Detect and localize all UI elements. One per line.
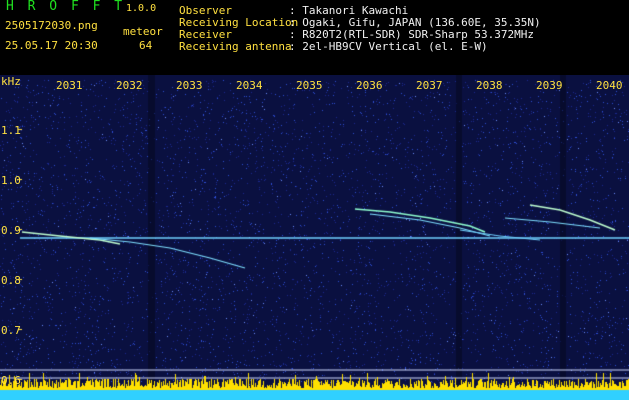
y-tick-0-6: 0.6 [1, 374, 21, 387]
x-tick-2037: 2037 [416, 79, 443, 92]
count-label: meteor [123, 25, 163, 38]
spectrogram-canvas [0, 75, 629, 400]
x-tick-2034: 2034 [236, 79, 263, 92]
y-tick-0-7: 0.7 [1, 324, 21, 337]
app-version: 1.0.0 [126, 3, 157, 14]
y-unit-label: kHz [1, 75, 21, 88]
y-tick-0-8: 0.8 [1, 274, 21, 287]
app-title: H R O F F T [6, 0, 126, 14]
filename: 2505172030.png [5, 19, 98, 32]
datetime: 25.05.17 20:30 [5, 39, 98, 52]
y-tick-1-0: 1.0 [1, 174, 21, 187]
antenna-label: Receiving antenna [179, 40, 292, 53]
hrofft-window: H R O F F T 1.0.0 2505172030.png meteor … [0, 0, 629, 400]
x-tick-2036: 2036 [356, 79, 383, 92]
x-tick-2040: 2040 [596, 79, 623, 92]
y-tick-1-1: 1.1 [1, 124, 21, 137]
antenna-value: : 2el-HB9CV Vertical (el. E-W) [289, 40, 488, 53]
x-tick-2032: 2032 [116, 79, 143, 92]
x-tick-2031: 2031 [56, 79, 83, 92]
x-tick-2035: 2035 [296, 79, 323, 92]
y-tick-0-9: 0.9 [1, 224, 21, 237]
count-value: 64 [139, 39, 153, 52]
x-tick-2033: 2033 [176, 79, 203, 92]
x-tick-2038: 2038 [476, 79, 503, 92]
x-tick-2039: 2039 [536, 79, 563, 92]
